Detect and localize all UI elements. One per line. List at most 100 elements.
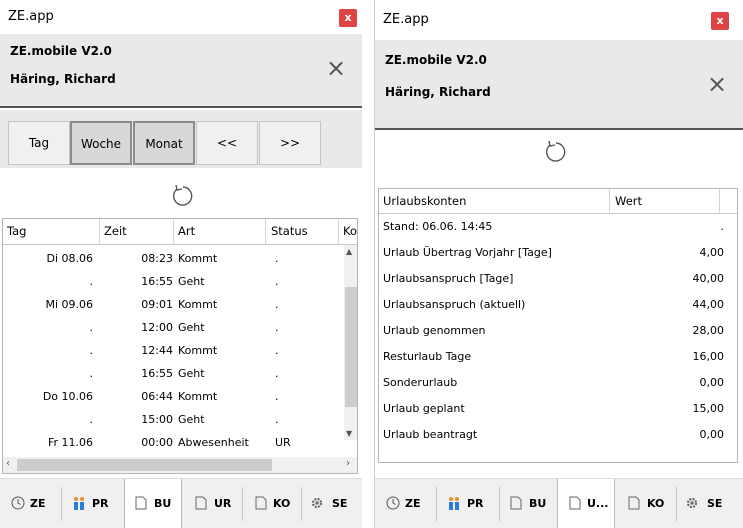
nav-tab-ze[interactable]: ZE [375, 479, 435, 528]
window-close-button[interactable]: x [339, 9, 357, 27]
app-name: ZE.mobile V2.0 [385, 53, 487, 67]
cell-art: Kommt [178, 390, 218, 403]
column-header-tag[interactable]: Tag [7, 224, 26, 238]
cell-zeit: 12:00 [141, 321, 173, 334]
column-header-ko[interactable]: Ko [343, 224, 357, 238]
nav-tab-ur[interactable]: UR [182, 479, 242, 528]
bottom-navigation: ZE PR BU U... KO SE [375, 478, 743, 528]
cell-art: Geht [178, 321, 205, 334]
scroll-right-icon[interactable]: › [346, 458, 350, 469]
column-header-art[interactable]: Art [178, 224, 195, 238]
table-row[interactable]: Urlaub beantragt 0,00 [379, 422, 737, 448]
clock-icon [386, 496, 400, 510]
cell-status: . [275, 275, 279, 288]
nav-tab-se[interactable]: SE [302, 479, 362, 528]
app-header: ZE.mobile V2.0 Häring, Richard × [0, 34, 362, 108]
left-window: ZE.app x ZE.mobile V2.0 Häring, Richard … [0, 0, 362, 528]
window-title: ZE.app [8, 9, 54, 24]
table-row[interactable]: Di 08.06 08:23 Kommt . [3, 248, 343, 271]
gear-icon [686, 497, 698, 509]
column-header-wert[interactable]: Wert [615, 194, 642, 208]
document-icon [135, 496, 147, 510]
user-name: Häring, Richard [385, 85, 491, 99]
header-close-icon[interactable]: × [326, 54, 346, 82]
window-title: ZE.app [383, 12, 429, 27]
nav-tab-pr[interactable]: PR [62, 479, 124, 528]
nav-tab-pr[interactable]: PR [437, 479, 499, 528]
column-header-zeit[interactable]: Zeit [104, 224, 127, 238]
table-row[interactable]: Fr 11.06 00:00 Abwesenheit UR [3, 432, 343, 455]
scroll-up-icon[interactable]: ▲ [346, 247, 352, 256]
horizontal-scroll-thumb[interactable] [17, 459, 272, 471]
vertical-scroll-thumb[interactable] [345, 287, 357, 407]
cell-art: Geht [178, 275, 205, 288]
cell-tag: . [89, 413, 94, 426]
cell-art: Abwesenheit [178, 436, 249, 449]
table-row[interactable]: Urlaubsanspruch (aktuell) 44,00 [379, 292, 737, 318]
cell-zeit: 15:00 [141, 413, 173, 426]
cell-art: Kommt [178, 252, 218, 265]
nav-tab-se[interactable]: SE [677, 479, 743, 528]
cell-zeit: 06:44 [141, 390, 173, 403]
previous-button[interactable]: << [196, 121, 258, 165]
table-row[interactable]: Mi 09.06 09:01 Kommt . [3, 294, 343, 317]
cell-status: . [275, 413, 279, 426]
bottom-navigation: ZE PR BU UR KO SE [0, 478, 362, 528]
column-header-status[interactable]: Status [271, 224, 308, 238]
cell-zeit: 16:55 [141, 275, 173, 288]
cell-zeit: 16:55 [141, 367, 173, 380]
cell-status: UR [275, 436, 291, 449]
scroll-down-icon[interactable]: ▼ [346, 429, 352, 438]
table-row[interactable]: Urlaub genommen 28,00 [379, 318, 737, 344]
cell-tag: Fr 11.06 [47, 436, 93, 449]
cell-status: . [275, 367, 279, 380]
title-bar: ZE.app x [0, 0, 362, 34]
refresh-icon[interactable] [171, 184, 195, 208]
monat-button[interactable]: Monat [133, 121, 195, 165]
window-close-button[interactable]: x [711, 12, 729, 30]
nav-tab-bu[interactable]: BU [500, 479, 557, 528]
nav-tab-ko[interactable]: KO [615, 479, 676, 528]
cell-art: Geht [178, 367, 205, 380]
nav-tab-ze[interactable]: ZE [0, 479, 60, 528]
table-row[interactable]: Urlaub geplant 15,00 [379, 396, 737, 422]
column-header-urlaubskonten[interactable]: Urlaubskonten [383, 194, 466, 208]
table-row[interactable]: . 16:55 Geht . [3, 363, 343, 386]
table-header: Urlaubskonten Wert [379, 189, 737, 214]
nav-tab-ur[interactable]: U... [557, 479, 615, 528]
table-row[interactable]: . 12:44 Kommt . [3, 340, 343, 363]
woche-button[interactable]: Woche [70, 121, 132, 165]
right-window: ZE.app x ZE.mobile V2.0 Häring, Richard … [374, 0, 743, 528]
vacation-accounts-table: Urlaubskonten Wert Stand: 06.06. 14:45 .… [378, 188, 738, 463]
tag-button[interactable]: Tag [8, 121, 70, 165]
people-icon [74, 497, 84, 510]
grid-header: Tag Zeit Art Status Ko [3, 219, 357, 245]
header-close-icon[interactable]: × [707, 70, 727, 98]
table-row[interactable]: Stand: 06.06. 14:45 . [379, 214, 737, 240]
cell-tag: Di 08.06 [46, 252, 93, 265]
table-row[interactable]: . 15:00 Geht . [3, 409, 343, 432]
document-icon [255, 496, 267, 510]
nav-tab-bu[interactable]: BU [124, 479, 182, 528]
cell-zeit: 08:23 [141, 252, 173, 265]
scroll-left-icon[interactable]: ‹ [6, 458, 10, 469]
table-row[interactable]: . 12:00 Geht . [3, 317, 343, 340]
horizontal-scrollbar[interactable]: ‹ › [3, 457, 357, 473]
nav-tab-ko[interactable]: KO [243, 479, 301, 528]
document-icon [569, 496, 581, 510]
cell-zeit: 09:01 [141, 298, 173, 311]
cell-tag: . [89, 344, 94, 357]
clock-icon [11, 496, 25, 510]
refresh-icon[interactable] [544, 140, 568, 164]
table-row[interactable]: Urlaub Übertrag Vorjahr [Tage] 4,00 [379, 240, 737, 266]
table-row[interactable]: Do 10.06 06:44 Kommt . [3, 386, 343, 409]
table-row[interactable]: Resturlaub Tage 16,00 [379, 344, 737, 370]
cell-status: . [275, 344, 279, 357]
table-row[interactable]: Urlaubsanspruch [Tage] 40,00 [379, 266, 737, 292]
cell-art: Kommt [178, 344, 218, 357]
cell-tag: . [89, 367, 94, 380]
table-row[interactable]: . 16:55 Geht . [3, 271, 343, 294]
vertical-scrollbar[interactable]: ▲ ▼ [344, 245, 357, 440]
table-row[interactable]: Sonderurlaub 0,00 [379, 370, 737, 396]
next-button[interactable]: >> [259, 121, 321, 165]
